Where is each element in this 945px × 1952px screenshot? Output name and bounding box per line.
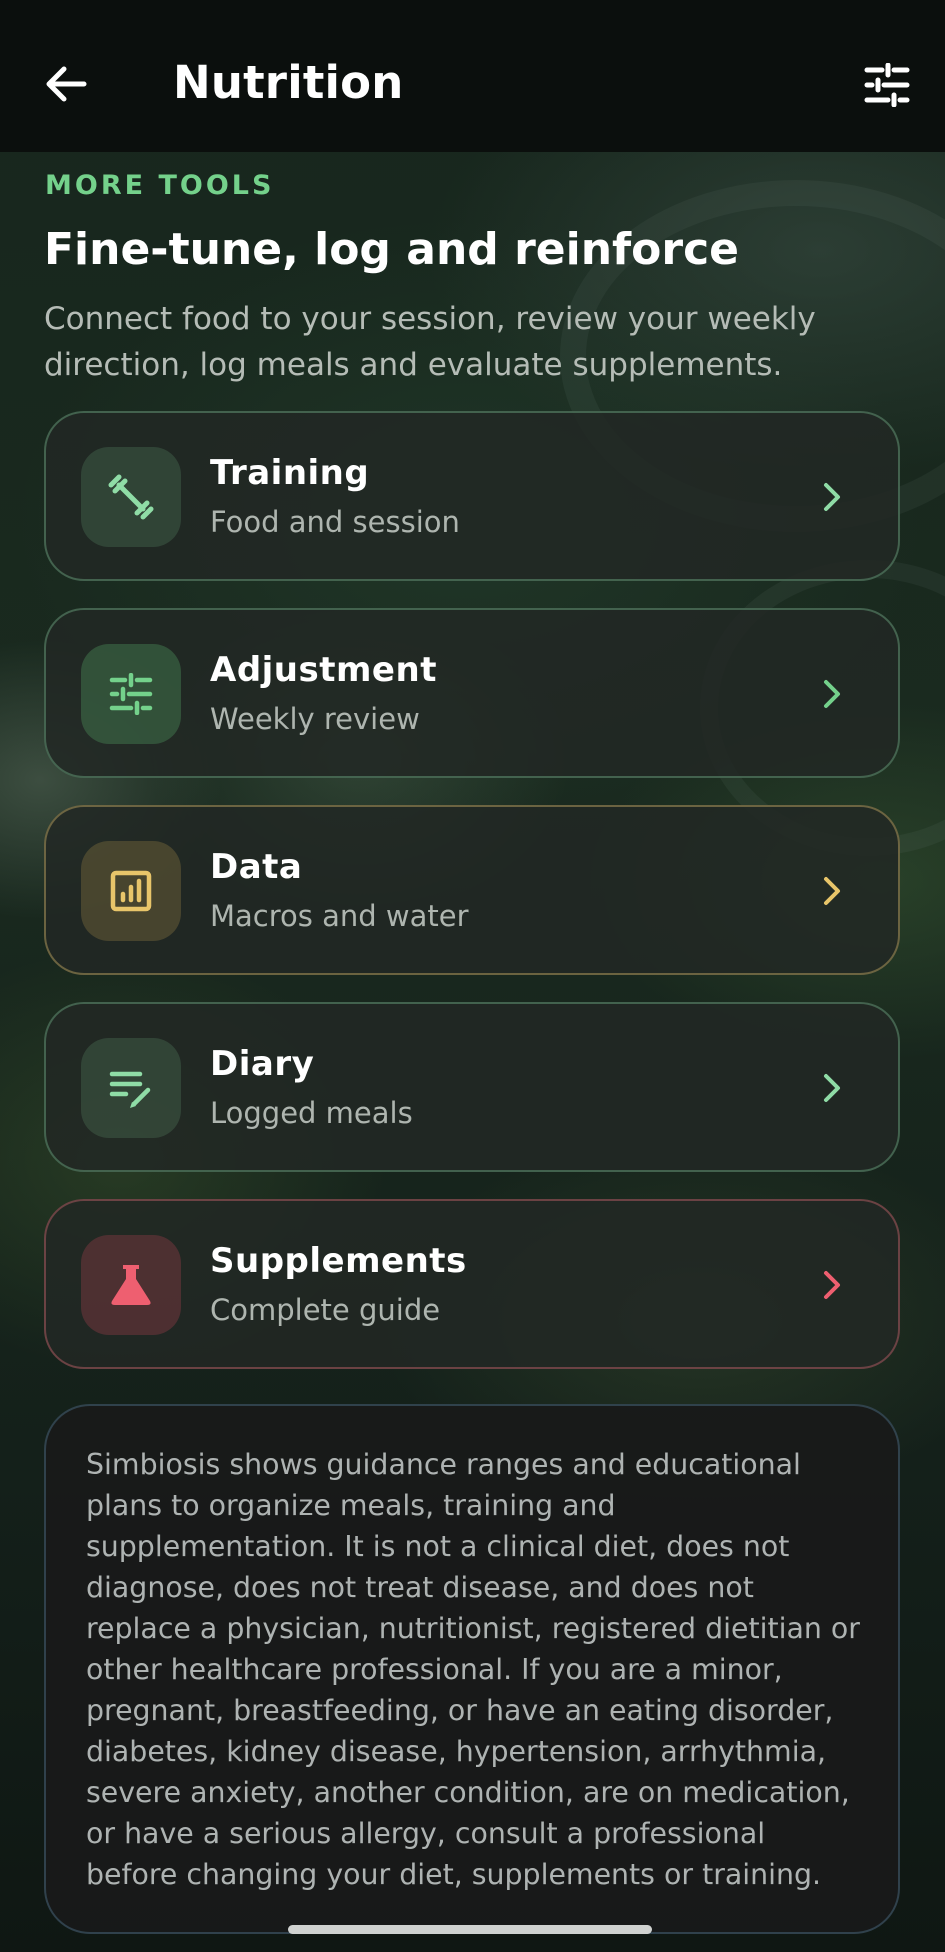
- chevron-right-icon: [824, 680, 840, 708]
- card-icon-box: [81, 1235, 181, 1335]
- arrow-left-icon: [46, 66, 87, 102]
- chevron-right-icon: [824, 483, 840, 511]
- home-indicator[interactable]: [288, 1925, 652, 1934]
- filter-button[interactable]: [860, 60, 914, 110]
- card-subtitle: Logged meals: [210, 1096, 413, 1130]
- card-title: Diary: [210, 1044, 315, 1084]
- card-title: Training: [210, 453, 370, 493]
- section-subtitle: Connect food to your session, review you…: [44, 301, 816, 383]
- card-title: Supplements: [210, 1241, 467, 1281]
- edit-list-icon: [109, 1071, 151, 1108]
- sliders-icon: [864, 63, 910, 107]
- section-eyebrow: MORE TOOLS: [45, 170, 275, 201]
- card-subtitle: Macros and water: [210, 899, 469, 933]
- section-heading: Fine-tune, log and reinforce: [44, 224, 740, 275]
- card-subtitle: Complete guide: [210, 1293, 441, 1327]
- sliders-icon: [109, 673, 153, 715]
- card-title: Adjustment: [210, 650, 437, 690]
- card-supplements[interactable]: Supplements Complete guide: [44, 1199, 900, 1369]
- card-icon-box: [81, 447, 181, 547]
- card-subtitle: Weekly review: [210, 702, 420, 736]
- card-title: Data: [210, 847, 303, 887]
- card-adjustment[interactable]: Adjustment Weekly review: [44, 608, 900, 778]
- page-title: Nutrition: [173, 56, 404, 109]
- card-icon-box: [81, 1038, 181, 1138]
- card-subtitle: Food and session: [210, 505, 460, 539]
- flask-icon: [111, 1265, 151, 1305]
- chevron-right-icon: [824, 1271, 840, 1299]
- disclaimer-card: Simbiosis shows guidance ranges and educ…: [44, 1404, 900, 1934]
- back-button[interactable]: [40, 58, 92, 110]
- disclaimer-text: Simbiosis shows guidance ranges and educ…: [86, 1448, 860, 1891]
- chevron-right-icon: [824, 1074, 840, 1102]
- app-bar: Nutrition: [0, 0, 945, 152]
- card-diary[interactable]: Diary Logged meals: [44, 1002, 900, 1172]
- card-icon-box: [81, 644, 181, 744]
- card-icon-box: [81, 841, 181, 941]
- chevron-right-icon: [824, 877, 840, 905]
- dumbbell-icon: [108, 474, 154, 520]
- chart-icon: [110, 870, 152, 912]
- card-data[interactable]: Data Macros and water: [44, 805, 900, 975]
- card-training[interactable]: Training Food and session: [44, 411, 900, 581]
